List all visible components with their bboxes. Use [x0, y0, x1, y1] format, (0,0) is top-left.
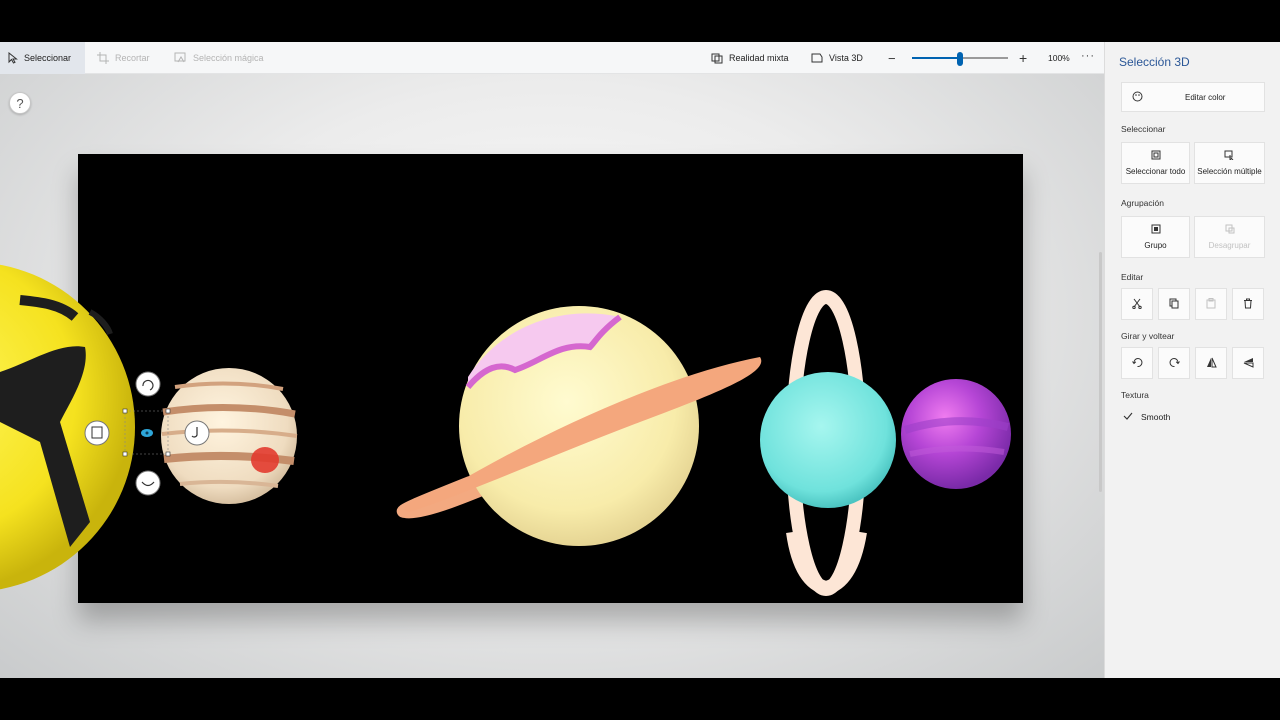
panel-title: Selección 3D	[1119, 55, 1190, 69]
flip-horizontal-button[interactable]	[1195, 347, 1227, 379]
select-all-icon	[1151, 150, 1161, 162]
check-icon	[1123, 412, 1133, 422]
magic-select-button[interactable]: Selección mágica	[166, 42, 272, 74]
copy-icon	[1169, 298, 1179, 311]
selection-3d-panel: Selección 3D Editar color Seleccionar Se…	[1104, 42, 1280, 678]
smooth-label: Smooth	[1141, 412, 1171, 422]
edit-section-label: Editar	[1121, 272, 1144, 282]
edit-color-button[interactable]: Editar color	[1121, 82, 1265, 112]
yellow-planet-object[interactable]	[0, 262, 135, 592]
saturn-object[interactable]	[397, 306, 762, 546]
rotate-right-button[interactable]	[1158, 347, 1190, 379]
paste-icon	[1206, 297, 1216, 311]
cut-icon	[1132, 298, 1142, 311]
neptune-object[interactable]	[901, 379, 1011, 489]
zoom-out-icon[interactable]: −	[888, 51, 896, 66]
paint3d-window: Seleccionar Recortar Selección mágica Re…	[0, 42, 1280, 678]
edit-color-label: Editar color	[1185, 92, 1226, 102]
mixed-reality-button[interactable]: Realidad mixta	[703, 42, 797, 74]
multi-select-label: Selección múltiple	[1197, 167, 1262, 176]
multi-select-icon	[1224, 150, 1235, 162]
jupiter-object[interactable]	[161, 368, 298, 504]
mixed-reality-label: Realidad mixta	[729, 53, 789, 63]
rotate-right-icon	[1169, 357, 1180, 370]
crop-tool-label: Recortar	[115, 53, 150, 63]
ungroup-icon	[1225, 224, 1235, 236]
ungroup-button[interactable]: Desagrupar	[1194, 216, 1265, 258]
paste-button[interactable]	[1195, 288, 1227, 320]
group-button[interactable]: Grupo	[1121, 216, 1190, 258]
magic-select-icon	[174, 52, 187, 64]
cursor-icon	[8, 52, 18, 64]
flip-vertical-icon	[1243, 357, 1254, 370]
zoom-fill	[912, 57, 960, 59]
view3d-button[interactable]: Vista 3D	[803, 42, 871, 74]
multi-select-button[interactable]: Selección múltiple	[1194, 142, 1265, 184]
rotate-left-button[interactable]	[1121, 347, 1153, 379]
flip-vertical-button[interactable]	[1232, 347, 1264, 379]
rotate-section-label: Girar y voltear	[1121, 331, 1175, 341]
mixed-reality-icon	[711, 52, 723, 64]
ungroup-label: Desagrupar	[1208, 241, 1251, 250]
crop-icon	[97, 52, 109, 64]
palette-icon	[1132, 91, 1143, 104]
texture-section-label: Textura	[1121, 390, 1149, 400]
cut-button[interactable]	[1121, 288, 1153, 320]
view3d-label: Vista 3D	[829, 53, 863, 63]
zoom-thumb[interactable]	[957, 52, 963, 66]
select-section-label: Seleccionar	[1121, 124, 1166, 134]
view3d-icon	[811, 52, 823, 64]
scene-3d	[0, 262, 1011, 596]
magic-select-label: Selección mágica	[193, 53, 264, 63]
zoom-level: 100%	[1048, 53, 1070, 63]
group-icon	[1151, 224, 1161, 236]
workspace-scrollbar[interactable]	[1099, 252, 1102, 492]
flip-horizontal-icon	[1206, 357, 1217, 370]
top-toolbar: Seleccionar Recortar Selección mágica Re…	[0, 42, 1104, 74]
uranus-object[interactable]	[760, 290, 896, 596]
zoom-in-icon[interactable]: +	[1019, 50, 1027, 66]
zoom-slider[interactable]	[912, 52, 1008, 66]
copy-button[interactable]	[1158, 288, 1190, 320]
smooth-checkbox[interactable]: Smooth	[1123, 412, 1170, 422]
more-icon[interactable]: ···	[1081, 50, 1095, 62]
delete-icon	[1243, 298, 1253, 311]
select-tool-button[interactable]: Seleccionar	[0, 42, 85, 74]
rotate-left-icon	[1131, 357, 1143, 370]
group-label: Grupo	[1144, 241, 1167, 250]
select-tool-label: Seleccionar	[24, 53, 72, 63]
select-all-button[interactable]: Seleccionar todo	[1121, 142, 1190, 184]
crop-tool-button[interactable]: Recortar	[89, 42, 158, 74]
grouping-section-label: Agrupación	[1121, 198, 1165, 208]
select-all-label: Seleccionar todo	[1125, 167, 1186, 176]
delete-button[interactable]	[1232, 288, 1264, 320]
